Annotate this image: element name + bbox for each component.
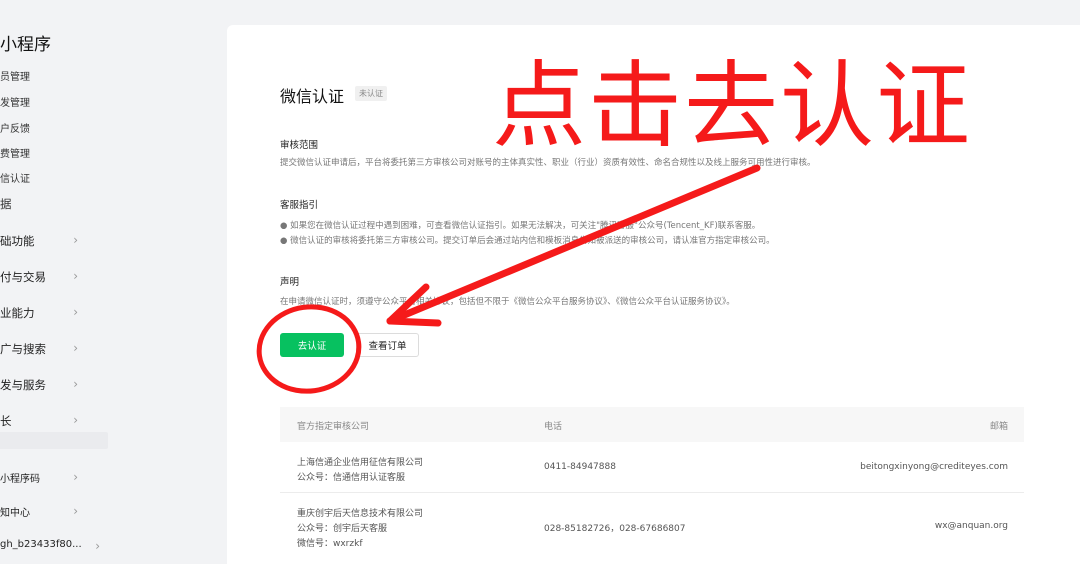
- annotation-arrow-shaft: [386, 164, 761, 325]
- annotation-arrow-head-bottom: [386, 317, 442, 327]
- annotation-overlay: [256, 164, 761, 394]
- highlight-circle: [256, 304, 362, 394]
